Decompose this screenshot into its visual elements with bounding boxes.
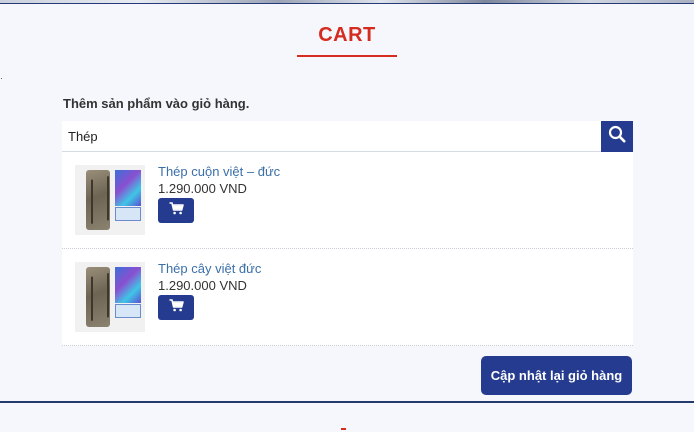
product-thumbnail[interactable]	[75, 262, 145, 332]
footer-divider	[0, 401, 694, 403]
add-to-cart-button[interactable]	[158, 198, 194, 223]
divider-dot	[1, 78, 2, 79]
add-to-cart-button[interactable]	[158, 295, 194, 320]
search-icon	[608, 125, 626, 148]
title-underline	[297, 55, 397, 57]
list-item: Thép cuộn việt – đức 1.290.000 VND	[62, 152, 633, 249]
page-title: CART	[318, 24, 376, 46]
search-button[interactable]	[601, 121, 633, 152]
product-price: 1.290.000 VND	[158, 278, 247, 293]
add-product-label: Thêm sản phẩm vào giỏ hàng.	[63, 96, 250, 111]
cart-icon	[169, 298, 184, 317]
update-cart-button[interactable]: Cập nhật lại giỏ hàng	[481, 356, 632, 395]
product-thumbnail[interactable]	[75, 165, 145, 235]
cart-icon	[169, 201, 184, 220]
search-bar	[62, 121, 633, 152]
footer-accent-mark	[341, 428, 346, 430]
product-name-link[interactable]: Thép cuộn việt – đức	[158, 164, 280, 179]
list-item: Thép cây việt đức 1.290.000 VND	[62, 249, 633, 346]
search-input[interactable]	[62, 121, 601, 152]
top-banner-image	[0, 0, 694, 4]
product-price: 1.290.000 VND	[158, 181, 247, 196]
product-name-link[interactable]: Thép cây việt đức	[158, 261, 261, 276]
search-results-list: Thép cuộn việt – đức 1.290.000 VND Thép …	[62, 152, 633, 346]
